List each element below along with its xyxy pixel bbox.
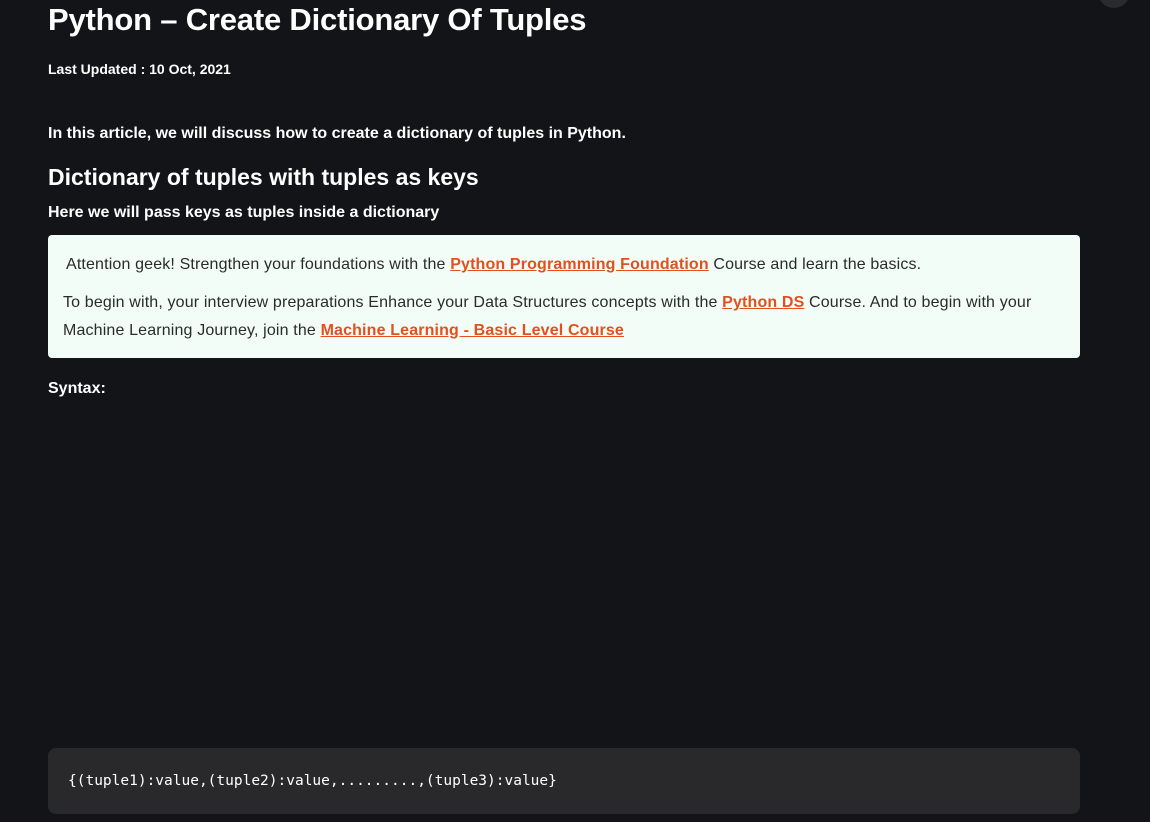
section-description: Here we will pass keys as tuples inside … <box>48 204 440 221</box>
syntax-label: Syntax: <box>48 380 106 397</box>
last-updated-date: Last Updated : 10 Oct, 2021 <box>48 61 231 77</box>
syntax-code: {(tuple1):value,(tuple2):value,.........… <box>68 773 557 789</box>
page-title: Python – Create Dictionary Of Tuples <box>48 2 587 37</box>
python-programming-foundation-link[interactable]: Python Programming Foundation <box>450 256 709 273</box>
article-page: Python – Create Dictionary Of Tuples Las… <box>0 0 1150 822</box>
callout-line-1: Attention geek! Strengthen your foundati… <box>63 251 1065 279</box>
syntax-code-block[interactable]: {(tuple1):value,(tuple2):value,.........… <box>48 748 1080 814</box>
intro-text: In this article, we will discuss how to … <box>48 125 626 142</box>
callout-line-2-prefix: To begin with, your interview preparatio… <box>63 294 723 311</box>
callout-line-1-prefix: Attention geek! Strengthen your foundati… <box>66 256 451 273</box>
callout-line-1-suffix: Course and learn the basics. <box>708 256 922 273</box>
section-heading: Dictionary of tuples with tuples as keys <box>48 164 479 190</box>
machine-learning-course-link[interactable]: Machine Learning - Basic Level Course <box>321 322 624 339</box>
corner-circle-button[interactable] <box>1098 0 1130 8</box>
callout-line-2: To begin with, your interview preparatio… <box>63 289 1065 345</box>
python-ds-link[interactable]: Python DS <box>722 294 804 311</box>
course-promo-callout: Attention geek! Strengthen your foundati… <box>48 235 1080 358</box>
